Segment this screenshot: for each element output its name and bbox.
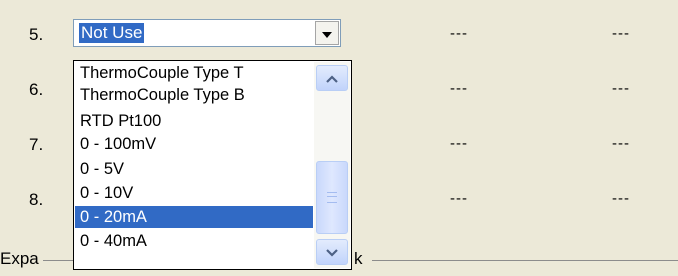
list-item[interactable]: ThermoCouple Type T <box>75 62 313 84</box>
list-item[interactable]: 0 - 5V <box>75 158 313 180</box>
scroll-up-button[interactable] <box>316 65 348 91</box>
list-item[interactable]: RTD Pt100 <box>75 110 313 132</box>
combobox-dropdown-list[interactable]: ThermoCouple Type T ThermoCouple Type B … <box>73 60 352 270</box>
dropdown-scrollbar[interactable] <box>314 62 350 268</box>
row-number-8: 8. <box>29 190 44 209</box>
row-number-7: 7. <box>29 135 44 154</box>
row-number-5: 5. <box>29 25 44 44</box>
grip-icon <box>327 192 337 203</box>
row-6-value-a: --- <box>450 80 468 97</box>
list-item[interactable]: 0 - 10V <box>75 182 313 204</box>
row-5-value-a: --- <box>450 25 468 42</box>
row-6-value-b: --- <box>612 80 630 97</box>
row-7-value-b: --- <box>612 135 630 152</box>
chevron-down-icon <box>322 23 332 43</box>
chevron-down-icon <box>326 242 338 262</box>
group-box-label-tail: k <box>352 249 369 269</box>
list-item[interactable]: ThermoCouple Type B <box>75 84 313 106</box>
combobox-selected-value: Not Use <box>79 23 145 43</box>
list-item[interactable]: 0 - 100mV <box>75 133 313 155</box>
row-8-value-a: --- <box>450 190 468 207</box>
group-box-label: Expa <box>0 249 43 269</box>
list-item-selected[interactable]: 0 - 20mA <box>75 206 313 228</box>
chevron-up-icon <box>326 68 338 88</box>
group-box-border-right <box>372 260 678 261</box>
scroll-down-button[interactable] <box>316 239 348 265</box>
row-number-6: 6. <box>29 80 44 99</box>
input-type-combobox[interactable]: Not Use <box>73 19 341 47</box>
list-item[interactable]: 0 - 40mA <box>75 230 313 252</box>
row-5-value-b: --- <box>612 25 630 42</box>
row-7-value-a: --- <box>450 135 468 152</box>
row-8-value-b: --- <box>612 190 630 207</box>
combobox-dropdown-button[interactable] <box>315 21 339 45</box>
scrollbar-thumb[interactable] <box>316 161 348 234</box>
